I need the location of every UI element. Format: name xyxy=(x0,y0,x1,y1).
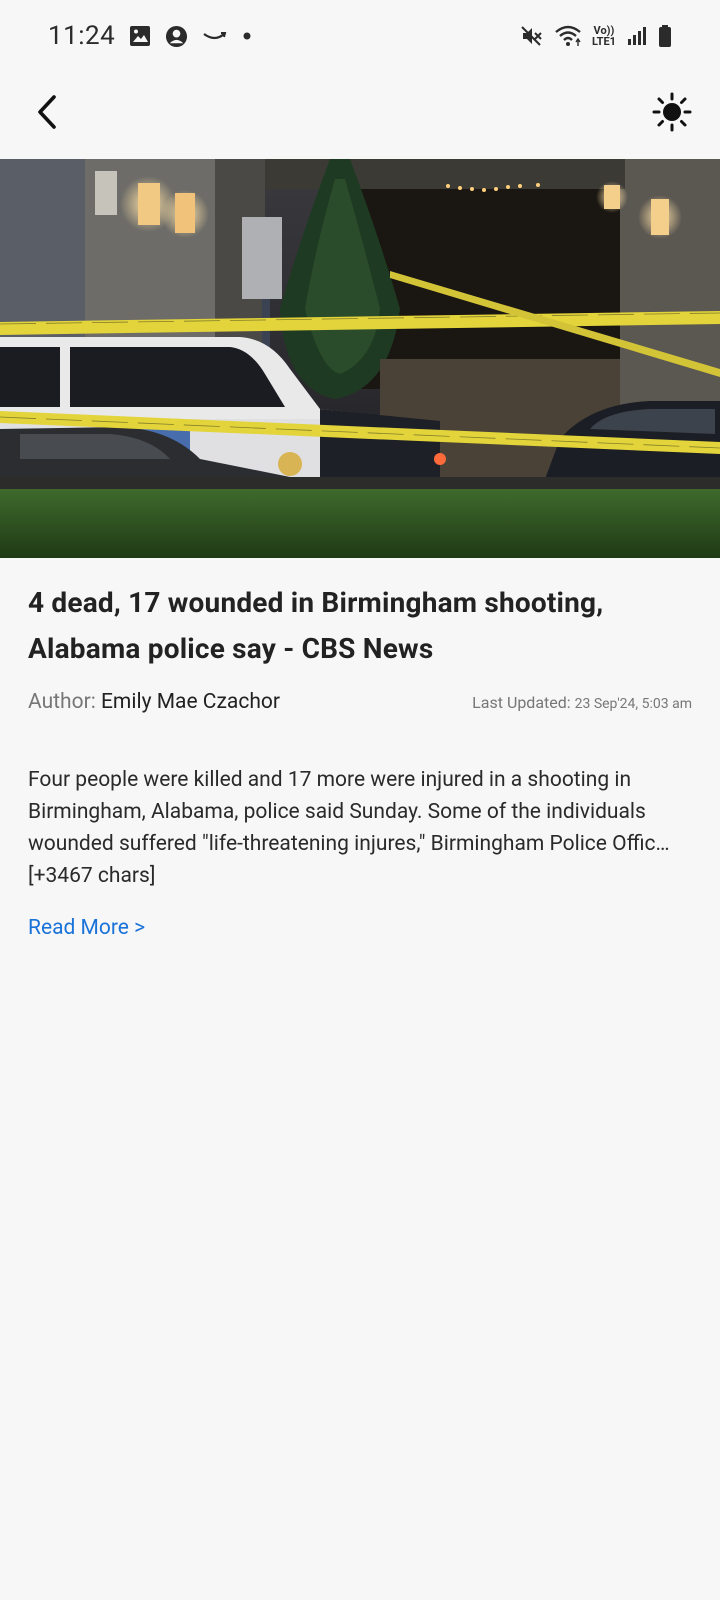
status-bar-right: Vo)) LTE1 xyxy=(520,24,672,48)
article-meta: Author: Emily Mae Czachor Last Updated: … xyxy=(28,690,692,714)
back-button[interactable] xyxy=(24,90,72,138)
amazon-icon xyxy=(202,29,228,43)
article-title: 4 dead, 17 wounded in Birmingham shootin… xyxy=(28,586,604,665)
signal-icon xyxy=(626,25,648,47)
author-label: Author: xyxy=(28,690,101,714)
read-more-link[interactable]: Read More > xyxy=(28,916,145,940)
crime-scene-photo xyxy=(0,159,720,558)
app-bar xyxy=(0,72,720,156)
status-bar: 11:24 Vo)) LTE1 xyxy=(0,0,720,72)
article-content: 4 dead, 17 wounded in Birmingham shootin… xyxy=(28,580,692,940)
author-name: Emily Mae Czachor xyxy=(101,690,280,714)
updated-line: Last Updated: 23 Sep'24, 5:03 am xyxy=(472,693,692,712)
updated-label: Last Updated: xyxy=(472,693,575,712)
theme-toggle-button[interactable] xyxy=(648,90,696,138)
back-arrow-icon xyxy=(34,94,62,134)
status-time: 11:24 xyxy=(48,21,116,51)
gallery-icon xyxy=(129,25,151,47)
wifi-icon xyxy=(554,24,582,48)
author-line: Author: Emily Mae Czachor xyxy=(28,690,280,714)
status-bar-left: 11:24 xyxy=(48,21,252,51)
volte-bottom-text: LTE1 xyxy=(591,35,616,48)
updated-value: 23 Sep'24, 5:03 am xyxy=(574,696,692,712)
volte-icon: Vo)) LTE1 xyxy=(592,25,616,47)
article-image xyxy=(0,159,720,558)
article-description: Four people were killed and 17 more were… xyxy=(28,768,670,888)
dot-icon xyxy=(242,31,252,41)
battery-icon xyxy=(658,24,672,48)
sun-icon xyxy=(652,92,692,136)
account-icon xyxy=(165,25,188,48)
mute-icon xyxy=(520,24,544,48)
